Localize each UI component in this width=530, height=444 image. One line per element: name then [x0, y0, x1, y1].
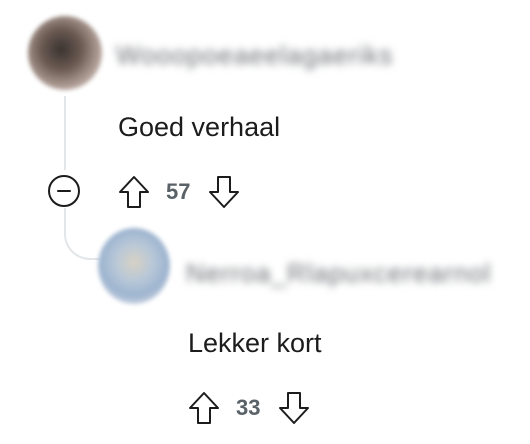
downvote-button[interactable] — [206, 172, 242, 212]
arrow-up-icon — [189, 392, 219, 424]
comment-author[interactable]: Nerroa_Rlapuxcerearnol — [186, 258, 491, 289]
comment-actions: 33 — [186, 388, 312, 428]
comment-author[interactable]: Wooopoeaeelagaeriks — [116, 40, 393, 71]
collapse-thread-button[interactable] — [47, 174, 81, 208]
thread-line-reply-connector — [64, 208, 100, 260]
minus-circle-icon — [48, 175, 80, 207]
avatar[interactable] — [98, 228, 170, 304]
thread-line — [64, 96, 66, 170]
downvote-button[interactable] — [276, 388, 312, 428]
comment-body: Goed verhaal — [118, 112, 281, 142]
avatar[interactable] — [28, 16, 102, 90]
comment-body: Lekker kort — [188, 328, 322, 358]
arrow-down-icon — [279, 392, 310, 424]
comment-actions: 57 — [116, 172, 242, 212]
arrow-up-icon — [119, 176, 149, 208]
upvote-button[interactable] — [116, 172, 152, 212]
vote-count: 57 — [166, 179, 191, 204]
arrow-down-icon — [209, 176, 240, 208]
vote-count: 33 — [236, 395, 261, 420]
upvote-button[interactable] — [186, 388, 222, 428]
